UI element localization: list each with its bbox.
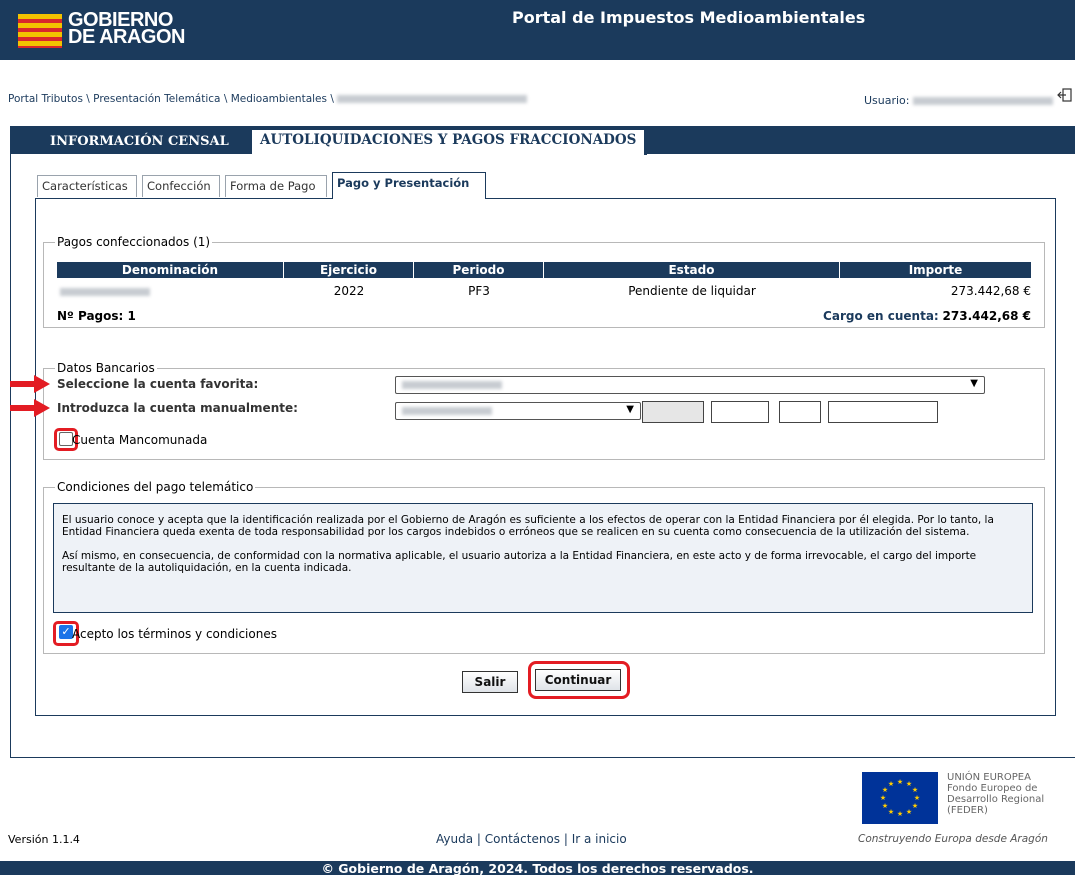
tab-informacion-censal[interactable]: INFORMACIÓN CENSAL bbox=[50, 134, 229, 149]
copyright-bar: © Gobierno de Aragón, 2024. Todos los de… bbox=[0, 861, 1075, 875]
favorita-value-redacted bbox=[402, 381, 502, 389]
portal-title: Portal de Impuestos Medioambientales bbox=[512, 8, 866, 27]
subtab-confeccion[interactable]: Confección bbox=[142, 175, 220, 197]
mancomunada-checkbox[interactable] bbox=[59, 432, 73, 446]
acepto-checkbox[interactable]: ✓ bbox=[59, 625, 73, 639]
user-label: Usuario: bbox=[863, 94, 910, 107]
mancomunada-label: Cuenta Mancomunada bbox=[72, 433, 208, 447]
footer-link-inicio[interactable]: Ir a inicio bbox=[572, 832, 627, 846]
continuar-button[interactable]: Continuar bbox=[535, 669, 621, 691]
iban-input-2[interactable] bbox=[711, 401, 769, 423]
version: Versión 1.1.4 bbox=[8, 833, 80, 846]
iban-input-3[interactable] bbox=[779, 401, 821, 423]
user-name-redacted bbox=[913, 97, 1053, 105]
logout-icon[interactable] bbox=[1057, 87, 1073, 103]
subtab-forma-de-pago[interactable]: Forma de Pago bbox=[225, 175, 327, 197]
salir-button[interactable]: Salir bbox=[462, 671, 518, 693]
breadcrumb-presentacion[interactable]: Presentación Telemática bbox=[93, 93, 220, 105]
pais-select[interactable]: ▼ bbox=[395, 402, 641, 420]
condiciones-text-box: El usuario conoce y acepta que la identi… bbox=[53, 503, 1033, 613]
cell-ejercicio: 2022 bbox=[333, 284, 365, 298]
condiciones-para-1: El usuario conoce y acepta que la identi… bbox=[62, 514, 994, 538]
red-arrow-icon bbox=[10, 375, 50, 393]
logo-line-2: DE ARAGON bbox=[68, 26, 185, 48]
cargo-en-cuenta: Cargo en cuenta: 273.442,68 € bbox=[700, 309, 1031, 323]
tab-autoliquidaciones[interactable]: AUTOLIQUIDACIONES Y PAGOS FRACCIONADOS bbox=[252, 130, 648, 155]
pais-value-redacted bbox=[402, 407, 492, 415]
cell-estado: Pendiente de liquidar bbox=[628, 284, 756, 298]
condiciones-legend: Condiciones del pago telemático bbox=[55, 480, 256, 494]
footer-link-ayuda[interactable]: Ayuda bbox=[436, 832, 473, 846]
cell-importe: 273.442,68 € bbox=[950, 284, 1031, 298]
favorita-label: Seleccione la cuenta favorita: bbox=[57, 377, 259, 391]
chevron-down-icon: ▼ bbox=[626, 404, 634, 415]
svg-text:★: ★ bbox=[882, 802, 888, 810]
chevron-down-icon: ▼ bbox=[970, 378, 978, 389]
eu-slogan: Construyendo Europa desde Aragón bbox=[858, 833, 1048, 845]
breadcrumb-medioambientales[interactable]: Medioambientales bbox=[231, 93, 327, 105]
col-importe: Importe bbox=[840, 262, 1031, 278]
svg-text:★: ★ bbox=[897, 778, 903, 786]
svg-text:★: ★ bbox=[880, 794, 886, 802]
manual-label: Introduzca la cuenta manualmente: bbox=[57, 401, 298, 415]
bancarios-legend: Datos Bancarios bbox=[55, 361, 157, 375]
breadcrumb-portal-tributos[interactable]: Portal Tributos bbox=[8, 93, 83, 105]
num-pagos: Nº Pagos: 1 bbox=[57, 309, 136, 323]
svg-text:★: ★ bbox=[897, 810, 903, 818]
red-arrow-icon bbox=[10, 399, 50, 417]
col-estado: Estado bbox=[544, 262, 840, 278]
pagos-legend: Pagos confeccionados (1) bbox=[55, 235, 213, 249]
svg-text:★: ★ bbox=[912, 802, 918, 810]
iban-input-4[interactable] bbox=[828, 401, 938, 423]
cell-periodo: PF3 bbox=[468, 284, 490, 298]
col-ejercicio: Ejercicio bbox=[284, 262, 414, 278]
footer-link-contactenos[interactable]: Contáctenos bbox=[485, 832, 560, 846]
iban-input-1[interactable] bbox=[642, 401, 704, 423]
footer-links: Ayuda | Contáctenos | Ir a inicio bbox=[436, 832, 627, 846]
eu-text: UNIÓN EUROPEA Fondo Europeo de Desarroll… bbox=[947, 772, 1045, 816]
breadcrumb-redacted bbox=[337, 95, 528, 103]
svg-text:★: ★ bbox=[888, 808, 894, 816]
svg-text:★: ★ bbox=[914, 794, 920, 802]
col-periodo: Periodo bbox=[414, 262, 544, 278]
breadcrumb: Portal Tributos \ Presentación Telemátic… bbox=[8, 93, 528, 105]
svg-text:★: ★ bbox=[888, 780, 894, 788]
acepto-label: Acepto los términos y condiciones bbox=[72, 627, 277, 641]
eu-flag-icon: ★ ★ ★ ★ ★ ★ ★ ★ ★ ★ ★ ★ bbox=[862, 772, 938, 824]
condiciones-para-2: Así mismo, en consecuencia, de conformid… bbox=[62, 550, 977, 574]
cargo-value: 273.442,68 € bbox=[942, 309, 1031, 323]
col-denominacion: Denominación bbox=[57, 262, 284, 278]
subtab-caracteristicas[interactable]: Características bbox=[37, 175, 137, 197]
cuenta-favorita-select[interactable]: ▼ bbox=[395, 376, 985, 394]
svg-text:★: ★ bbox=[912, 786, 918, 794]
cargo-label: Cargo en cuenta: bbox=[823, 309, 939, 323]
cell-denominacion-redacted bbox=[60, 288, 150, 296]
user-info: Usuario: bbox=[864, 94, 1053, 107]
svg-text:★: ★ bbox=[906, 808, 912, 816]
subtab-pago-presentacion[interactable]: Pago y Presentación bbox=[332, 172, 486, 199]
